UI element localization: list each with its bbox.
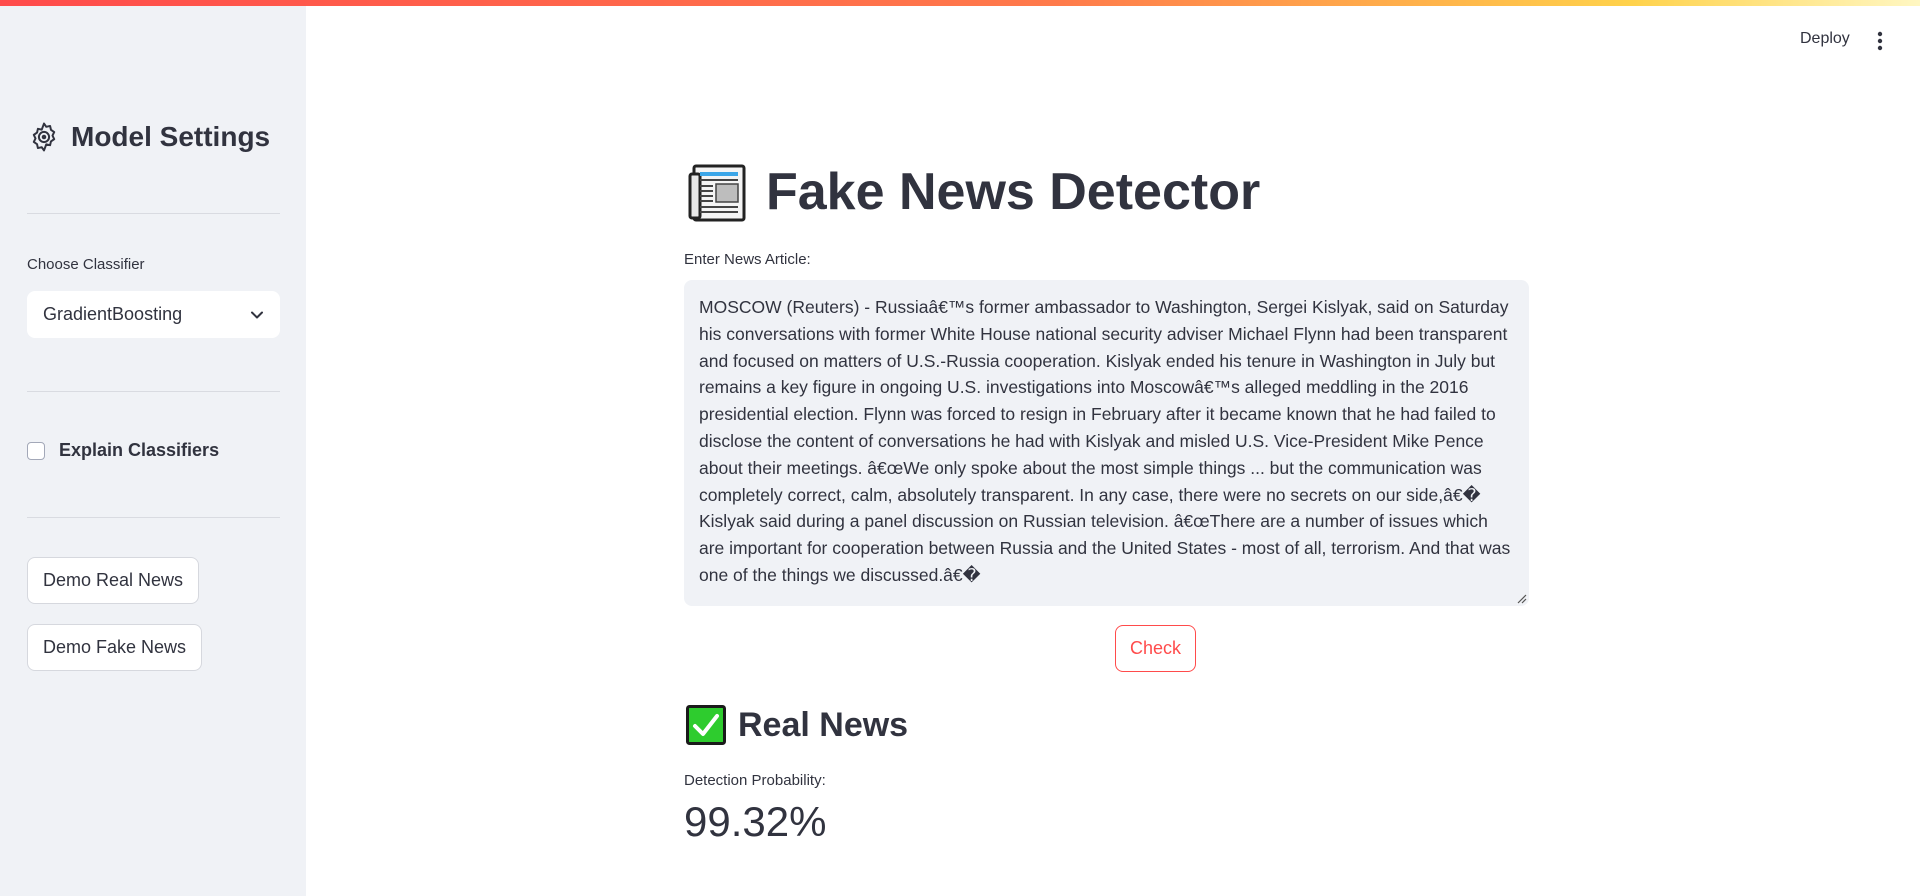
demo-real-news-label: Demo Real News xyxy=(43,570,184,590)
demo-fake-news-button[interactable]: Demo Fake News xyxy=(27,624,203,671)
sidebar: Model Settings Choose Classifier Gradien… xyxy=(0,6,306,896)
demo-real-news-button[interactable]: Demo Real News xyxy=(27,557,200,604)
kebab-menu-icon[interactable] xyxy=(1874,30,1886,52)
gear-icon xyxy=(32,122,56,152)
newspaper-icon xyxy=(688,164,746,222)
deploy-button[interactable]: Deploy xyxy=(1800,30,1850,48)
sidebar-divider xyxy=(27,213,280,214)
article-textarea[interactable]: MOSCOW (Reuters) - Russiaâ€™s former amb… xyxy=(684,280,1529,606)
probability-label: Detection Probability: xyxy=(684,772,826,789)
explain-classifiers-checkbox-row[interactable]: Explain Classifiers xyxy=(27,440,219,461)
probability-value: 99.32% xyxy=(684,798,827,845)
check-button[interactable]: Check xyxy=(1115,625,1196,672)
article-input-label: Enter News Article: xyxy=(684,251,811,268)
classifier-selected-value: GradientBoosting xyxy=(43,304,183,324)
sidebar-title: Model Settings xyxy=(27,120,270,154)
sidebar-divider xyxy=(27,391,280,392)
result-heading: Real News xyxy=(686,705,908,745)
check-mark-icon xyxy=(686,705,726,745)
resize-handle-icon[interactable] xyxy=(1517,594,1527,604)
classifier-label: Choose Classifier xyxy=(27,256,145,273)
result-label: Real News xyxy=(738,705,909,744)
article-text: MOSCOW (Reuters) - Russiaâ€™s former amb… xyxy=(699,297,1511,585)
chevron-down-icon xyxy=(251,311,263,318)
page-title-text: Fake News Detector xyxy=(766,163,1261,221)
page-title: Fake News Detector xyxy=(686,160,1260,224)
explain-classifiers-label: Explain Classifiers xyxy=(59,440,220,460)
sidebar-divider xyxy=(27,517,280,518)
classifier-select[interactable]: GradientBoosting xyxy=(27,291,280,338)
sidebar-title-text: Model Settings xyxy=(71,121,271,152)
explain-classifiers-checkbox[interactable] xyxy=(27,441,45,460)
demo-fake-news-label: Demo Fake News xyxy=(43,637,187,657)
